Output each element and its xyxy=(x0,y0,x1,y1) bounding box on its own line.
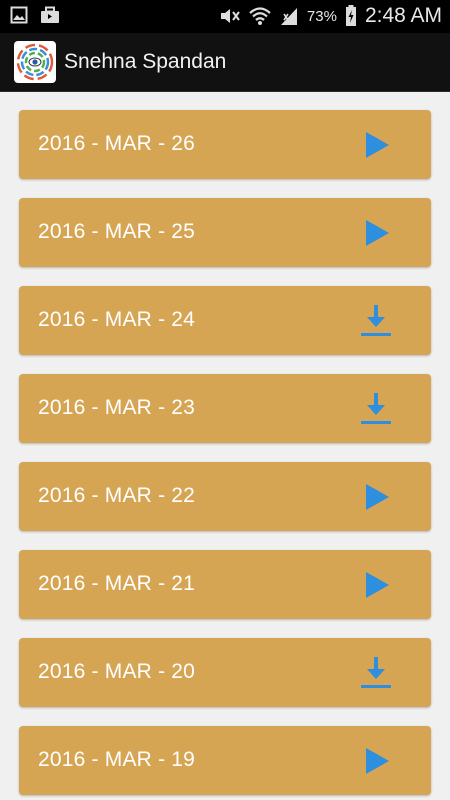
status-bar: 73% 2:48 AM xyxy=(0,0,450,33)
download-icon[interactable] xyxy=(359,304,393,338)
signal-icon xyxy=(279,6,299,26)
app-bar: Snehna Spandan xyxy=(0,33,450,92)
briefcase-icon xyxy=(40,6,60,24)
list-item-label: 2016 - MAR - 23 xyxy=(38,396,196,419)
download-icon[interactable] xyxy=(359,392,393,426)
list-item[interactable]: 2016 - MAR - 26 xyxy=(19,110,431,179)
play-icon[interactable] xyxy=(359,744,393,778)
battery-percentage: 73% xyxy=(306,7,337,25)
list-item[interactable]: 2016 - MAR - 20 xyxy=(19,638,431,707)
list-item[interactable]: 2016 - MAR - 21 xyxy=(19,550,431,619)
list-item-label: 2016 - MAR - 24 xyxy=(38,308,196,331)
list-item-label: 2016 - MAR - 26 xyxy=(38,132,196,155)
app-title: Snehna Spandan xyxy=(64,50,227,73)
battery-charging-icon xyxy=(345,5,357,27)
list-item[interactable]: 2016 - MAR - 19 xyxy=(19,726,431,795)
list-item[interactable]: 2016 - MAR - 23 xyxy=(19,374,431,443)
mute-icon xyxy=(219,6,241,26)
app-logo-icon[interactable] xyxy=(14,41,56,83)
clock: 2:48 AM xyxy=(364,4,442,27)
play-icon[interactable] xyxy=(359,480,393,514)
play-icon[interactable] xyxy=(359,216,393,250)
list-item[interactable]: 2016 - MAR - 22 xyxy=(19,462,431,531)
list-item-label: 2016 - MAR - 22 xyxy=(38,484,196,507)
list-item-label: 2016 - MAR - 25 xyxy=(38,220,196,243)
image-icon xyxy=(10,6,28,24)
list-item-label: 2016 - MAR - 19 xyxy=(38,748,196,771)
play-icon[interactable] xyxy=(359,568,393,602)
download-icon[interactable] xyxy=(359,656,393,690)
play-icon[interactable] xyxy=(359,128,393,162)
list-item-label: 2016 - MAR - 21 xyxy=(38,572,196,595)
wifi-icon xyxy=(249,6,271,26)
list-item[interactable]: 2016 - MAR - 24 xyxy=(19,286,431,355)
date-list[interactable]: 2016 - MAR - 26 2016 - MAR - 25 2016 - MAR… xyxy=(0,92,450,800)
list-item-label: 2016 - MAR - 20 xyxy=(38,660,196,683)
list-item[interactable]: 2016 - MAR - 25 xyxy=(19,198,431,267)
